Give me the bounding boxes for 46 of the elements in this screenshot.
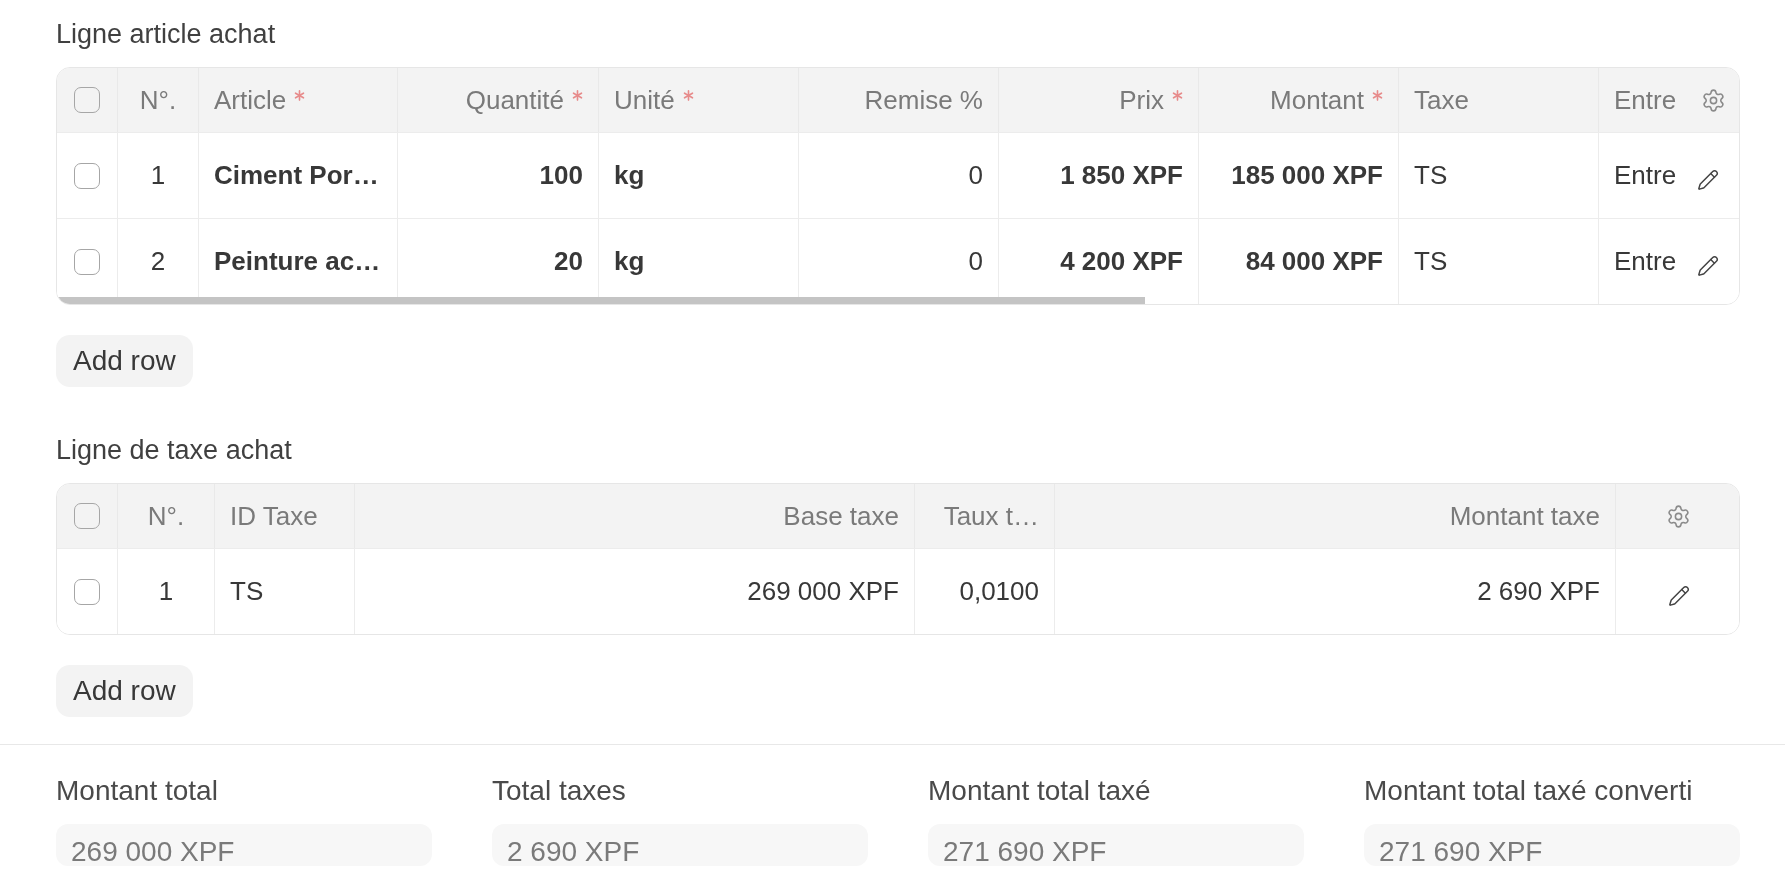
table-cell: 0,0100	[915, 549, 1055, 634]
column-header: N°.	[139, 83, 177, 117]
column-header: Entre	[1614, 83, 1677, 117]
section-title: Ligne article achat	[56, 18, 276, 51]
select-all-checkbox[interactable]	[74, 503, 100, 529]
table-cell-text: Entre	[1614, 245, 1677, 278]
pencil-icon[interactable]	[1667, 584, 1690, 607]
section-title: Ligne de taxe achat	[56, 434, 292, 467]
select-all-checkbox[interactable]	[74, 87, 100, 113]
pencil-icon[interactable]	[1697, 254, 1719, 277]
amount-field[interactable]: 271 690 XPF	[1364, 824, 1740, 866]
row-checkbox[interactable]	[74, 162, 100, 189]
table-cell: 269 000 XPF	[355, 549, 915, 634]
horizontal-scrollbar[interactable]	[57, 297, 1145, 304]
field-label: Total taxes	[492, 774, 626, 808]
amount-field[interactable]: 271 690 XPF	[928, 824, 1304, 866]
field-label: Montant total taxé converti	[1364, 774, 1693, 808]
add-row-button[interactable]: Add row	[56, 665, 193, 717]
column-header: Article	[214, 83, 287, 117]
column-header: Taux t…	[943, 499, 1039, 533]
column-header: Montant	[1270, 83, 1364, 117]
table-cell-text: Entre	[1614, 159, 1677, 192]
add-row-button[interactable]: Add row	[56, 335, 193, 387]
table-cell: 2 690 XPF	[1055, 549, 1616, 634]
row-checkbox[interactable]	[74, 578, 100, 605]
row-number: 1	[118, 549, 215, 634]
table-cell: TS	[215, 549, 355, 634]
settings-icon[interactable]	[1666, 503, 1691, 529]
pencil-icon[interactable]	[1697, 168, 1719, 191]
field-label: Montant total	[56, 774, 218, 808]
column-header: Montant taxe	[1449, 499, 1600, 533]
field-label: Montant total taxé	[928, 774, 1151, 808]
column-header: Taxe	[1414, 83, 1469, 117]
column-header: Unité	[614, 83, 675, 117]
column-header: N°.	[147, 499, 185, 533]
column-header: Quantité	[465, 83, 564, 117]
column-header: Base taxe	[783, 499, 899, 533]
row-checkbox[interactable]	[74, 248, 100, 275]
table-cell: TS	[1399, 219, 1599, 304]
column-header: ID Taxe	[230, 499, 318, 533]
amount-field[interactable]: 2 690 XPF	[492, 824, 868, 866]
amount-field[interactable]: 269 000 XPF	[56, 824, 432, 866]
settings-icon[interactable]	[1701, 87, 1726, 113]
column-header: Prix	[1119, 83, 1164, 117]
table-cell: 84 000 XPF	[1199, 219, 1399, 304]
column-header: Remise %	[864, 83, 983, 117]
